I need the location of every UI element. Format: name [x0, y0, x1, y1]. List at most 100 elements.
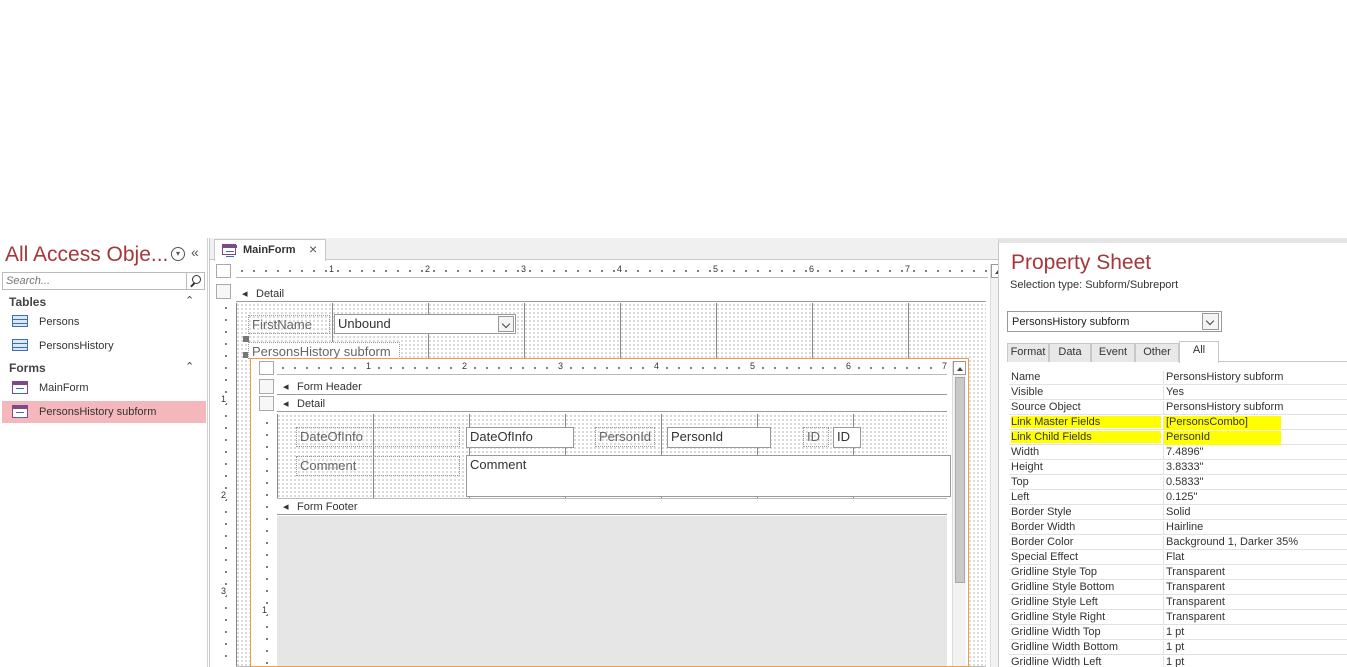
property-value[interactable]: 0.5833": [1163, 476, 1204, 490]
search-icon[interactable]: [186, 273, 204, 289]
property-value[interactable]: Hairline: [1163, 521, 1203, 535]
chevron-down-icon[interactable]: [1202, 313, 1219, 330]
dateofinfo-label[interactable]: DateOfInfo: [296, 427, 460, 447]
ruler-tick: 2: [461, 361, 469, 371]
nav-item-persons[interactable]: Persons: [2, 311, 206, 333]
property-row[interactable]: Top 0.5833": [1009, 475, 1347, 490]
property-row[interactable]: Gridline Style Bottom Transparent: [1009, 580, 1347, 595]
section-selector[interactable]: [216, 284, 231, 299]
property-row[interactable]: Border Color Background 1, Darker 35%: [1009, 535, 1347, 550]
form-footer-section-bar[interactable]: ◂ Form Footer: [277, 499, 947, 515]
property-row[interactable]: Gridline Style Left Transparent: [1009, 595, 1347, 610]
property-value[interactable]: 1 pt: [1163, 641, 1184, 655]
ruler-tick: 3: [557, 361, 565, 371]
property-value[interactable]: 7.4896": [1163, 446, 1204, 460]
chevron-up-icon[interactable]: ⌃: [185, 294, 194, 307]
property-value[interactable]: Transparent: [1163, 596, 1225, 610]
property-row[interactable]: Gridline Width Top 1 pt: [1009, 625, 1347, 640]
property-row[interactable]: Border Width Hairline: [1009, 520, 1347, 535]
search-input[interactable]: [3, 273, 183, 289]
property-value[interactable]: PersonsHistory subform: [1163, 401, 1283, 415]
chevron-down-icon[interactable]: [498, 316, 514, 332]
property-name: Gridline Style Right: [1011, 611, 1106, 623]
property-row[interactable]: Border Style Solid: [1009, 505, 1347, 520]
nav-pane-title[interactable]: All Access Obje...: [5, 243, 168, 267]
property-row[interactable]: Gridline Style Right Transparent: [1009, 610, 1347, 625]
tab-other[interactable]: Other: [1135, 343, 1179, 362]
property-value[interactable]: 0.125": [1163, 491, 1197, 505]
property-row[interactable]: Height 3.8333": [1009, 460, 1347, 475]
property-row[interactable]: Gridline Style Top Transparent: [1009, 565, 1347, 580]
form-header-section-bar[interactable]: ◂ Form Header: [277, 379, 947, 395]
detail-section-bar[interactable]: ◂ Detail: [236, 286, 986, 302]
section-arrow-icon: ◂: [242, 288, 248, 300]
horizontal-ruler[interactable]: 1 2 3 4 5 6 7: [236, 264, 988, 278]
chevron-up-icon[interactable]: ⌃: [185, 360, 194, 373]
property-row[interactable]: Link Master Fields [PersonsCombo]: [1009, 415, 1347, 430]
subform-control[interactable]: 1 2 3 4 5 6 7 1 ◂ Form Header ◂ Detail D…: [250, 358, 969, 667]
dateofinfo-field[interactable]: DateOfInfo: [466, 427, 574, 448]
property-value[interactable]: Transparent: [1163, 611, 1225, 625]
nav-item-personshistory[interactable]: PersonsHistory: [2, 335, 206, 357]
property-value[interactable]: PersonId: [1163, 431, 1281, 445]
property-row[interactable]: Gridline Width Left 1 pt: [1009, 655, 1347, 667]
property-value[interactable]: Transparent: [1163, 581, 1225, 595]
subform-label[interactable]: PersonsHistory subform: [248, 342, 400, 359]
property-value[interactable]: 1 pt: [1163, 656, 1184, 667]
property-row[interactable]: Special Effect Flat: [1009, 550, 1347, 565]
group-label: Tables: [9, 295, 47, 309]
property-row[interactable]: Link Child Fields PersonId: [1009, 430, 1347, 445]
property-value[interactable]: Yes: [1163, 386, 1184, 400]
property-row[interactable]: Left 0.125": [1009, 490, 1347, 505]
property-row[interactable]: Gridline Width Bottom 1 pt: [1009, 640, 1347, 655]
property-row[interactable]: Source Object PersonsHistory subform: [1009, 400, 1347, 415]
firstname-label[interactable]: FirstName: [248, 315, 330, 334]
section-selector[interactable]: [259, 396, 274, 411]
property-name: Link Child Fields: [1011, 431, 1161, 443]
property-value[interactable]: PersonsHistory subform: [1163, 371, 1283, 385]
property-value[interactable]: Flat: [1163, 551, 1184, 565]
object-selector-dropdown[interactable]: PersonsHistory subform: [1007, 311, 1222, 332]
subform-vertical-ruler[interactable]: 1: [261, 417, 273, 667]
group-header-forms[interactable]: Forms ⌃: [0, 359, 206, 377]
nav-menu-dropdown-icon[interactable]: ▾: [171, 247, 185, 261]
group-header-tables[interactable]: Tables ⌃: [0, 293, 206, 311]
collapse-pane-icon[interactable]: «: [191, 244, 199, 260]
property-row[interactable]: Name PersonsHistory subform: [1009, 370, 1347, 385]
comment-field[interactable]: Comment: [466, 455, 951, 497]
personid-label[interactable]: PersonId: [595, 427, 655, 447]
property-value[interactable]: 3.8333": [1163, 461, 1204, 475]
tab-all[interactable]: All: [1179, 341, 1219, 363]
tab-data[interactable]: Data: [1049, 343, 1091, 362]
property-value[interactable]: Background 1, Darker 35%: [1163, 536, 1298, 550]
form-design-canvas[interactable]: 1 2 3 4 5 6 7 1 2 3 ◂ Detail FirstName U…: [216, 262, 1004, 667]
property-value[interactable]: [PersonsCombo]: [1163, 416, 1281, 430]
nav-item-mainform[interactable]: MainForm: [2, 377, 206, 399]
subform-horizontal-ruler[interactable]: 1 2 3 4 5 6 7: [277, 361, 949, 375]
id-field[interactable]: ID: [833, 427, 861, 448]
property-row[interactable]: Visible Yes: [1009, 385, 1347, 400]
nav-item-personshistory-subform[interactable]: PersonsHistory subform: [2, 401, 206, 423]
group-label: Forms: [9, 361, 46, 375]
form-selector[interactable]: [216, 264, 231, 278]
property-row[interactable]: Width 7.4896": [1009, 445, 1347, 460]
property-value[interactable]: 1 pt: [1163, 626, 1184, 640]
tab-format[interactable]: Format: [1007, 343, 1049, 362]
scroll-up-icon[interactable]: [953, 361, 966, 375]
scroll-thumb[interactable]: [955, 377, 965, 583]
property-name: Border Style: [1011, 506, 1072, 518]
close-icon[interactable]: ×: [309, 241, 317, 257]
vertical-ruler[interactable]: 1 2 3: [220, 302, 232, 667]
firstname-combo[interactable]: Unbound: [334, 314, 516, 334]
subform-selector[interactable]: [259, 361, 274, 375]
subform-detail-section-bar[interactable]: ◂ Detail: [277, 396, 947, 412]
property-value[interactable]: Transparent: [1163, 566, 1225, 580]
subform-vertical-scrollbar[interactable]: [952, 361, 966, 666]
tab-event[interactable]: Event: [1091, 343, 1135, 362]
comment-label[interactable]: Comment: [296, 456, 460, 476]
tab-mainform[interactable]: MainForm ×: [214, 239, 326, 261]
section-selector[interactable]: [259, 379, 274, 394]
property-value[interactable]: Solid: [1163, 506, 1190, 520]
id-label[interactable]: ID: [803, 427, 829, 447]
personid-field[interactable]: PersonId: [667, 427, 771, 448]
